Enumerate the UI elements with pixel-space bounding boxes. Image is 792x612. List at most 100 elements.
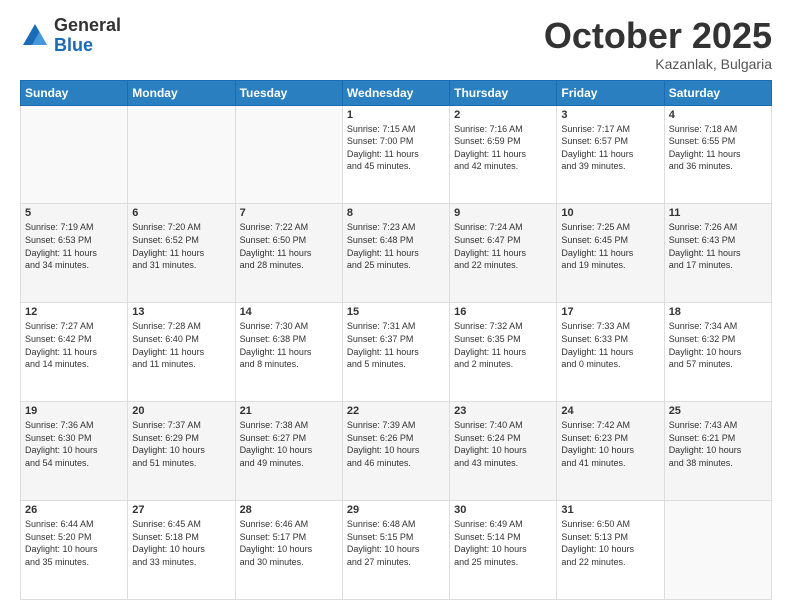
day-info: Sunrise: 7:30 AM Sunset: 6:38 PM Dayligh… (240, 320, 338, 370)
day-number: 2 (454, 109, 552, 121)
day-number: 20 (132, 405, 230, 417)
calendar-cell: 25Sunrise: 7:43 AM Sunset: 6:21 PM Dayli… (664, 402, 771, 501)
day-number: 30 (454, 504, 552, 516)
day-number: 5 (25, 207, 123, 219)
day-info: Sunrise: 7:16 AM Sunset: 6:59 PM Dayligh… (454, 123, 552, 173)
day-number: 8 (347, 207, 445, 219)
day-number: 1 (347, 109, 445, 121)
calendar-table: Sunday Monday Tuesday Wednesday Thursday… (20, 80, 772, 600)
day-number: 15 (347, 306, 445, 318)
day-number: 27 (132, 504, 230, 516)
calendar-header-row: Sunday Monday Tuesday Wednesday Thursday… (21, 80, 772, 105)
calendar-week-3: 19Sunrise: 7:36 AM Sunset: 6:30 PM Dayli… (21, 402, 772, 501)
calendar-cell: 15 Sunrise: 7:31 AM Sunset: 6:37 PM Dayli… (342, 303, 449, 402)
calendar-cell: 29Sunrise: 6:48 AM Sunset: 5:15 PM Dayli… (342, 501, 449, 600)
day-number: 19 (25, 405, 123, 417)
day-number: 21 (240, 405, 338, 417)
day-info: Sunrise: 7:27 AM Sunset: 6:42 PM Dayligh… (25, 320, 123, 370)
logo-icon (20, 21, 50, 51)
day-info: Sunrise: 7:24 AM Sunset: 6:47 PM Dayligh… (454, 221, 552, 271)
calendar-cell (235, 105, 342, 204)
day-info: Sunrise: 7:23 AM Sunset: 6:48 PM Dayligh… (347, 221, 445, 271)
calendar-cell: 24 Sunrise: 7:42 AM Sunset: 6:23 PM Dayli… (557, 402, 664, 501)
day-info: Sunrise: 7:22 AM Sunset: 6:50 PM Dayligh… (240, 221, 338, 271)
day-number: 4 (669, 109, 767, 121)
logo-text: General Blue (54, 16, 121, 56)
day-info: Sunrise: 7:18 AM Sunset: 6:55 PM Dayligh… (669, 123, 767, 173)
day-info: Sunrise: 7:19 AM Sunset: 6:53 PM Dayligh… (25, 221, 123, 271)
calendar-cell: 23Sunrise: 7:40 AM Sunset: 6:24 PM Dayli… (450, 402, 557, 501)
calendar-cell: 28 Sunrise: 6:46 AM Sunset: 5:17 PM Dayli… (235, 501, 342, 600)
day-number: 31 (561, 504, 659, 516)
calendar-cell: 17Sunrise: 7:33 AM Sunset: 6:33 PM Dayli… (557, 303, 664, 402)
day-info: Sunrise: 7:38 AM Sunset: 6:27 PM Dayligh… (240, 419, 338, 469)
day-number: 24 (561, 405, 659, 417)
calendar-cell: 8 Sunrise: 7:23 AM Sunset: 6:48 PM Daylig… (342, 204, 449, 303)
day-number: 10 (561, 207, 659, 219)
day-number: 25 (669, 405, 767, 417)
day-number: 12 (25, 306, 123, 318)
day-number: 9 (454, 207, 552, 219)
day-number: 6 (132, 207, 230, 219)
calendar-cell: 2 Sunrise: 7:16 AM Sunset: 6:59 PM Daylig… (450, 105, 557, 204)
day-info: Sunrise: 7:42 AM Sunset: 6:23 PM Dayligh… (561, 419, 659, 469)
title-location: Kazanlak, Bulgaria (544, 56, 772, 72)
day-number: 14 (240, 306, 338, 318)
logo: General Blue (20, 16, 121, 56)
calendar-cell (21, 105, 128, 204)
day-info: Sunrise: 6:49 AM Sunset: 5:14 PM Dayligh… (454, 518, 552, 568)
day-number: 11 (669, 207, 767, 219)
day-info: Sunrise: 7:31 AM Sunset: 6:37 PM Dayligh… (347, 320, 445, 370)
calendar-cell: 7Sunrise: 7:22 AM Sunset: 6:50 PM Daylig… (235, 204, 342, 303)
day-number: 23 (454, 405, 552, 417)
day-number: 3 (561, 109, 659, 121)
day-info: Sunrise: 7:32 AM Sunset: 6:35 PM Dayligh… (454, 320, 552, 370)
day-info: Sunrise: 7:37 AM Sunset: 6:29 PM Dayligh… (132, 419, 230, 469)
calendar-cell: 27 Sunrise: 6:45 AM Sunset: 5:18 PM Dayli… (128, 501, 235, 600)
header: General Blue October 2025 Kazanlak, Bulg… (20, 16, 772, 72)
calendar-cell: 3 Sunrise: 7:17 AM Sunset: 6:57 PM Daylig… (557, 105, 664, 204)
calendar-cell: 18Sunrise: 7:34 AM Sunset: 6:32 PM Dayli… (664, 303, 771, 402)
calendar-week-2: 12 Sunrise: 7:27 AM Sunset: 6:42 PM Dayli… (21, 303, 772, 402)
header-tuesday: Tuesday (235, 80, 342, 105)
day-info: Sunrise: 6:46 AM Sunset: 5:17 PM Dayligh… (240, 518, 338, 568)
calendar-cell (664, 501, 771, 600)
day-number: 28 (240, 504, 338, 516)
day-info: Sunrise: 7:28 AM Sunset: 6:40 PM Dayligh… (132, 320, 230, 370)
logo-blue-text: Blue (54, 36, 121, 56)
day-info: Sunrise: 6:44 AM Sunset: 5:20 PM Dayligh… (25, 518, 123, 568)
header-monday: Monday (128, 80, 235, 105)
calendar-week-4: 26 Sunrise: 6:44 AM Sunset: 5:20 PM Dayli… (21, 501, 772, 600)
calendar-week-0: 1 Sunrise: 7:15 AM Sunset: 7:00 PM Daylig… (21, 105, 772, 204)
calendar-cell: 10 Sunrise: 7:25 AM Sunset: 6:45 PM Dayli… (557, 204, 664, 303)
calendar-cell: 26 Sunrise: 6:44 AM Sunset: 5:20 PM Dayli… (21, 501, 128, 600)
title-month: October 2025 (544, 16, 772, 56)
calendar-cell: 6 Sunrise: 7:20 AM Sunset: 6:52 PM Daylig… (128, 204, 235, 303)
header-thursday: Thursday (450, 80, 557, 105)
calendar-cell: 1 Sunrise: 7:15 AM Sunset: 7:00 PM Daylig… (342, 105, 449, 204)
calendar-cell: 13Sunrise: 7:28 AM Sunset: 6:40 PM Dayli… (128, 303, 235, 402)
day-info: Sunrise: 6:45 AM Sunset: 5:18 PM Dayligh… (132, 518, 230, 568)
header-friday: Friday (557, 80, 664, 105)
day-number: 22 (347, 405, 445, 417)
calendar-cell: 5 Sunrise: 7:19 AM Sunset: 6:53 PM Daylig… (21, 204, 128, 303)
day-number: 26 (25, 504, 123, 516)
day-info: Sunrise: 7:20 AM Sunset: 6:52 PM Dayligh… (132, 221, 230, 271)
day-info: Sunrise: 7:25 AM Sunset: 6:45 PM Dayligh… (561, 221, 659, 271)
day-number: 17 (561, 306, 659, 318)
day-info: Sunrise: 7:17 AM Sunset: 6:57 PM Dayligh… (561, 123, 659, 173)
calendar-cell: 14 Sunrise: 7:30 AM Sunset: 6:38 PM Dayli… (235, 303, 342, 402)
day-info: Sunrise: 7:15 AM Sunset: 7:00 PM Dayligh… (347, 123, 445, 173)
logo-general-text: General (54, 16, 121, 36)
calendar-cell: 21 Sunrise: 7:38 AM Sunset: 6:27 PM Dayli… (235, 402, 342, 501)
calendar-cell: 11Sunrise: 7:26 AM Sunset: 6:43 PM Dayli… (664, 204, 771, 303)
header-sunday: Sunday (21, 80, 128, 105)
calendar-cell: 4 Sunrise: 7:18 AM Sunset: 6:55 PM Daylig… (664, 105, 771, 204)
day-info: Sunrise: 6:50 AM Sunset: 5:13 PM Dayligh… (561, 518, 659, 568)
calendar-cell: 16Sunrise: 7:32 AM Sunset: 6:35 PM Dayli… (450, 303, 557, 402)
header-wednesday: Wednesday (342, 80, 449, 105)
calendar-cell: 19Sunrise: 7:36 AM Sunset: 6:30 PM Dayli… (21, 402, 128, 501)
title-block: October 2025 Kazanlak, Bulgaria (544, 16, 772, 72)
calendar-cell: 30 Sunrise: 6:49 AM Sunset: 5:14 PM Dayli… (450, 501, 557, 600)
calendar-cell: 31 Sunrise: 6:50 AM Sunset: 5:13 PM Dayli… (557, 501, 664, 600)
